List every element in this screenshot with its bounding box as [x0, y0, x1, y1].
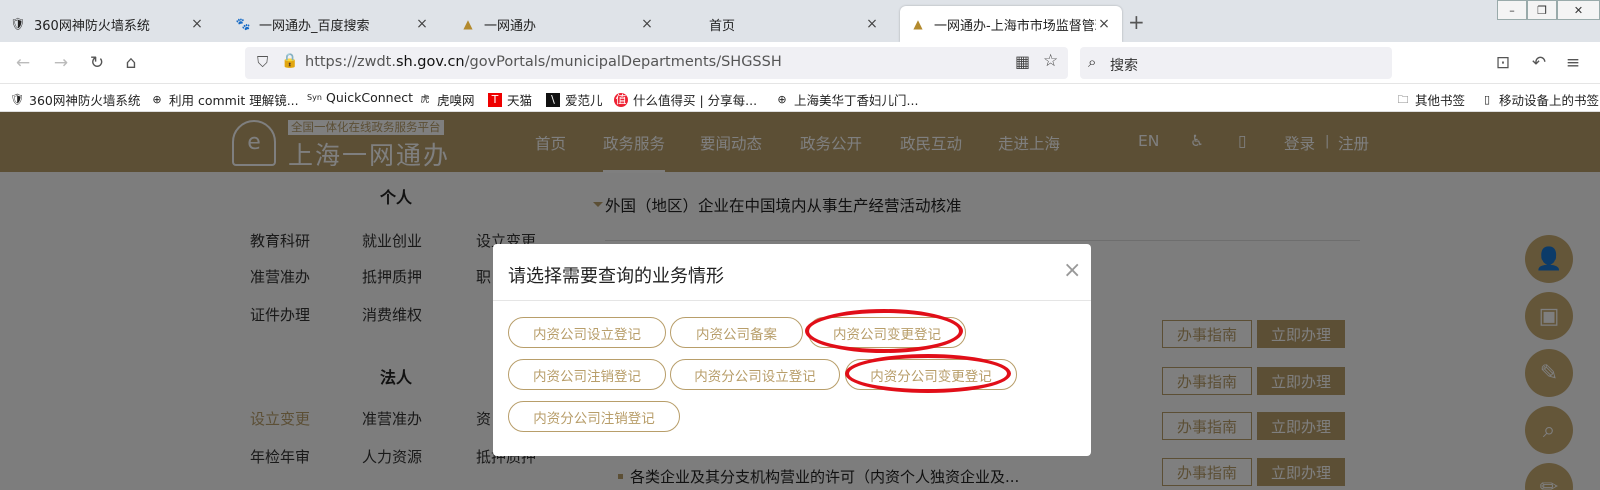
- bookmark-item[interactable]: ⊕ 上海美华丁香妇儿门...: [775, 90, 918, 109]
- option-branch-setup[interactable]: 内资分公司设立登记: [670, 359, 840, 390]
- option-company-setup[interactable]: 内资公司设立登记: [508, 317, 666, 348]
- bookmark-item[interactable]: \ 爱范儿: [546, 90, 603, 109]
- divider: [493, 300, 1091, 301]
- shield-icon[interactable]: ⛉: [257, 53, 268, 71]
- bookmark-item[interactable]: 虎虎嗅网: [418, 90, 474, 109]
- browser-window: 🛡 360网神防火墙系统 × 🐾 一网通办_百度搜索 × ▲ 一网通办 × 首页…: [0, 0, 1600, 490]
- url-text: https://zwdt.sh.gov.cn/govPortals/munici…: [305, 54, 782, 70]
- minimize-icon[interactable]: –: [1497, 0, 1527, 20]
- smzdm-icon: 值: [614, 92, 628, 107]
- close-icon[interactable]: ×: [1063, 258, 1081, 283]
- tab-title: 一网通办: [484, 18, 537, 34]
- new-tab-icon[interactable]: +: [1128, 10, 1145, 34]
- globe-icon: ⊕: [152, 92, 162, 106]
- globe-icon: ⊕: [777, 92, 787, 106]
- blank-page-icon: [685, 16, 701, 32]
- tab-ywtb[interactable]: ▲ 一网通办 ×: [450, 6, 665, 42]
- business-type-dialog: 请选择需要查询的业务情形 × 内资公司设立登记 内资公司备案 内资公司变更登记 …: [493, 244, 1091, 456]
- tab-title: 一网通办_百度搜索: [259, 18, 370, 34]
- nav-bar: ← → ↻ ⌂ ⛉ 🔒 https://zwdt.sh.gov.cn/govPo…: [0, 42, 1600, 84]
- tab-baidu[interactable]: 🐾 一网通办_百度搜索 ×: [225, 6, 440, 42]
- bookmark-item[interactable]: T 天猫: [488, 90, 532, 109]
- bookmark-folder[interactable]: ▯ 移动设备上的书签: [1480, 90, 1599, 109]
- qr-code-icon[interactable]: ▦: [1015, 52, 1030, 71]
- firewall-icon: 🛡: [10, 17, 26, 31]
- close-tab-icon[interactable]: ×: [864, 16, 880, 32]
- search-icon: ⌕: [1088, 53, 1097, 71]
- address-bar[interactable]: ⛉ 🔒 https://zwdt.sh.gov.cn/govPortals/mu…: [245, 47, 1068, 79]
- red-ellipse-annotation: [805, 309, 963, 353]
- bookmark-item[interactable]: Syn QuickConnect: [307, 90, 413, 105]
- tab-bar: 🛡 360网神防火墙系统 × 🐾 一网通办_百度搜索 × ▲ 一网通办 × 首页…: [0, 0, 1600, 42]
- bell-icon: ▲: [463, 17, 473, 31]
- option-company-filing[interactable]: 内资公司备案: [670, 317, 803, 348]
- close-tab-icon[interactable]: ×: [1096, 16, 1112, 32]
- option-branch-cancel[interactable]: 内资分公司注销登记: [508, 401, 680, 432]
- bookmark-folder[interactable]: 🗀 其他书签: [1396, 90, 1466, 109]
- bookmark-item[interactable]: ⊕ 利用 commit 理解镜...: [150, 90, 298, 109]
- baidu-paw-icon: 🐾: [235, 17, 251, 31]
- close-tab-icon[interactable]: ×: [414, 16, 430, 32]
- bookmark-star-icon[interactable]: ☆: [1043, 51, 1058, 71]
- undo-icon[interactable]: ↶: [1526, 50, 1552, 76]
- mobile-icon: ▯: [1483, 92, 1491, 106]
- folder-icon: 🗀: [1397, 92, 1409, 106]
- forward-icon[interactable]: →: [48, 50, 74, 76]
- synology-icon: Syn: [307, 92, 322, 102]
- search-placeholder: 搜索: [1110, 58, 1138, 74]
- tab-title: 360网神防火墙系统: [34, 18, 150, 34]
- bell-icon: ▲: [913, 17, 923, 31]
- restore-icon[interactable]: ❐: [1527, 0, 1557, 20]
- tab-title: 一网通办-上海市市场监督管理/: [934, 18, 1096, 34]
- bookmark-item[interactable]: 值什么值得买 | 分享每...: [614, 90, 757, 109]
- reload-icon[interactable]: ↻: [84, 50, 110, 76]
- ifanr-icon: \: [546, 92, 560, 107]
- option-company-cancel[interactable]: 内资公司注销登记: [508, 359, 666, 390]
- lock-icon[interactable]: 🔒: [281, 53, 298, 69]
- dialog-title: 请选择需要查询的业务情形: [508, 266, 724, 287]
- close-tab-icon[interactable]: ×: [189, 16, 205, 32]
- tab-title: 首页: [709, 18, 736, 34]
- firewall-icon: 🛡: [10, 92, 24, 106]
- menu-icon[interactable]: ≡: [1560, 50, 1586, 76]
- bookmarks-bar: 🛡 360网神防火墙系统 ⊕ 利用 commit 理解镜... Syn QuickCo…: [0, 84, 1600, 112]
- tab-active[interactable]: ▲ 一网通办-上海市市场监督管理/ ×: [900, 6, 1122, 42]
- tab-firewall[interactable]: 🛡 360网神防火墙系统 ×: [0, 6, 215, 42]
- back-icon[interactable]: ←: [10, 50, 36, 76]
- crop-icon[interactable]: ⊡: [1490, 50, 1516, 76]
- huxiu-icon: 虎: [420, 94, 430, 105]
- bookmark-item[interactable]: 🛡 360网神防火墙系统: [10, 90, 140, 109]
- close-tab-icon[interactable]: ×: [639, 16, 655, 32]
- tmall-icon: T: [488, 92, 502, 107]
- close-window-icon[interactable]: ✕: [1557, 0, 1600, 20]
- home-icon[interactable]: ⌂: [118, 50, 144, 76]
- tab-home[interactable]: 首页 ×: [675, 6, 890, 42]
- red-ellipse-annotation: [845, 354, 1011, 393]
- search-box[interactable]: ⌕ 搜索: [1080, 47, 1392, 79]
